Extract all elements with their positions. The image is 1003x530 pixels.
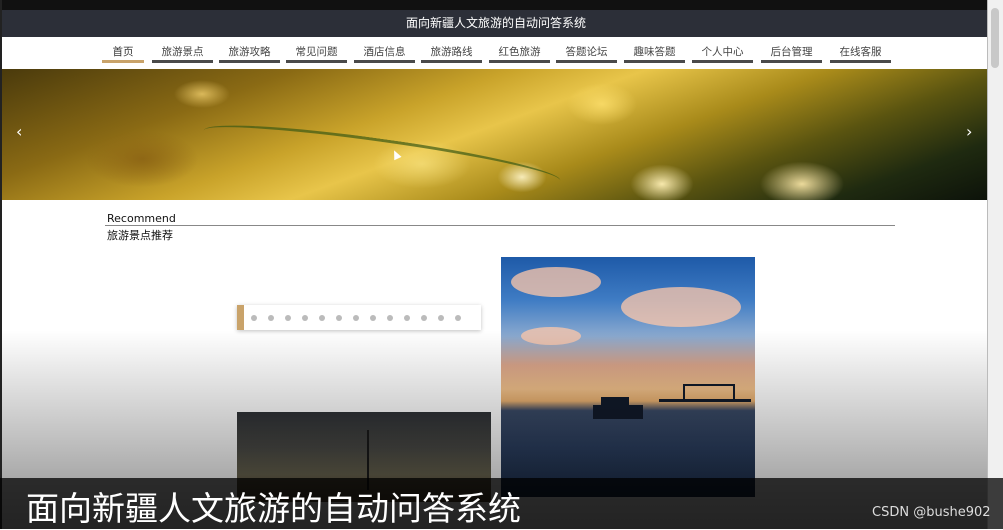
carousel-dot[interactable] bbox=[387, 315, 393, 321]
top-strip bbox=[2, 0, 987, 10]
banner-prev-icon[interactable]: ‹ bbox=[16, 122, 22, 141]
nav-item-home[interactable]: 首页 bbox=[102, 43, 144, 63]
carousel-dot[interactable] bbox=[438, 315, 444, 321]
video-subtitle-text: 面向新疆人文旅游的自动问答系统 bbox=[26, 489, 521, 528]
pagination-accent bbox=[237, 305, 244, 330]
nav-item-profile[interactable]: 个人中心 bbox=[692, 43, 753, 63]
attraction-photo-sunset-pier[interactable] bbox=[501, 257, 755, 497]
section-title-en: Recommend bbox=[107, 212, 176, 225]
nav-item-quiz[interactable]: 趣味答题 bbox=[624, 43, 685, 63]
banner-leaf-streak bbox=[201, 114, 563, 197]
carousel-dot[interactable] bbox=[404, 315, 410, 321]
nav-item-guides[interactable]: 旅游攻略 bbox=[219, 43, 280, 63]
nav-item-support[interactable]: 在线客服 bbox=[830, 43, 891, 63]
csdn-watermark: CSDN @bushe902 bbox=[872, 505, 991, 520]
nav-item-attractions[interactable]: 旅游景点 bbox=[152, 43, 213, 63]
hero-banner bbox=[2, 69, 987, 200]
carousel-dot[interactable] bbox=[336, 315, 342, 321]
photo-cloud bbox=[621, 287, 741, 327]
carousel-dot[interactable] bbox=[455, 315, 461, 321]
nav-item-red-tourism[interactable]: 红色旅游 bbox=[489, 43, 550, 63]
section-title-cn: 旅游景点推荐 bbox=[107, 229, 173, 242]
page-scrollbar[interactable] bbox=[988, 0, 1003, 529]
nav-item-hotels[interactable]: 酒店信息 bbox=[354, 43, 415, 63]
nav-item-forum[interactable]: 答题论坛 bbox=[556, 43, 617, 63]
photo-pier bbox=[659, 384, 751, 426]
carousel-dot[interactable] bbox=[370, 315, 376, 321]
site-title: 面向新疆人文旅游的自动问答系统 bbox=[405, 16, 586, 30]
carousel-pagination bbox=[237, 305, 481, 330]
carousel-dot[interactable] bbox=[319, 315, 325, 321]
carousel-dot[interactable] bbox=[302, 315, 308, 321]
nav-item-admin[interactable]: 后台管理 bbox=[761, 43, 822, 63]
browser-viewport: 面向新疆人文旅游的自动问答系统 首页 旅游景点 旅游攻略 常见问题 酒店信息 旅… bbox=[0, 0, 988, 529]
nav-item-routes[interactable]: 旅游路线 bbox=[421, 43, 482, 63]
photo-boat bbox=[593, 405, 643, 419]
photo-cloud bbox=[521, 327, 581, 345]
section-divider bbox=[105, 225, 895, 226]
carousel-dot[interactable] bbox=[268, 315, 274, 321]
site-title-bar: 面向新疆人文旅游的自动问答系统 bbox=[2, 10, 987, 37]
carousel-dot[interactable] bbox=[353, 315, 359, 321]
scrollbar-thumb[interactable] bbox=[991, 8, 999, 68]
photo-cloud bbox=[511, 267, 601, 297]
banner-next-icon[interactable]: › bbox=[966, 122, 972, 141]
carousel-dot[interactable] bbox=[421, 315, 427, 321]
carousel-dot[interactable] bbox=[251, 315, 257, 321]
carousel-dot[interactable] bbox=[285, 315, 291, 321]
nav-item-faq[interactable]: 常见问题 bbox=[286, 43, 347, 63]
main-nav: 首页 旅游景点 旅游攻略 常见问题 酒店信息 旅游路线 红色旅游 答题论坛 趣味… bbox=[2, 37, 987, 69]
